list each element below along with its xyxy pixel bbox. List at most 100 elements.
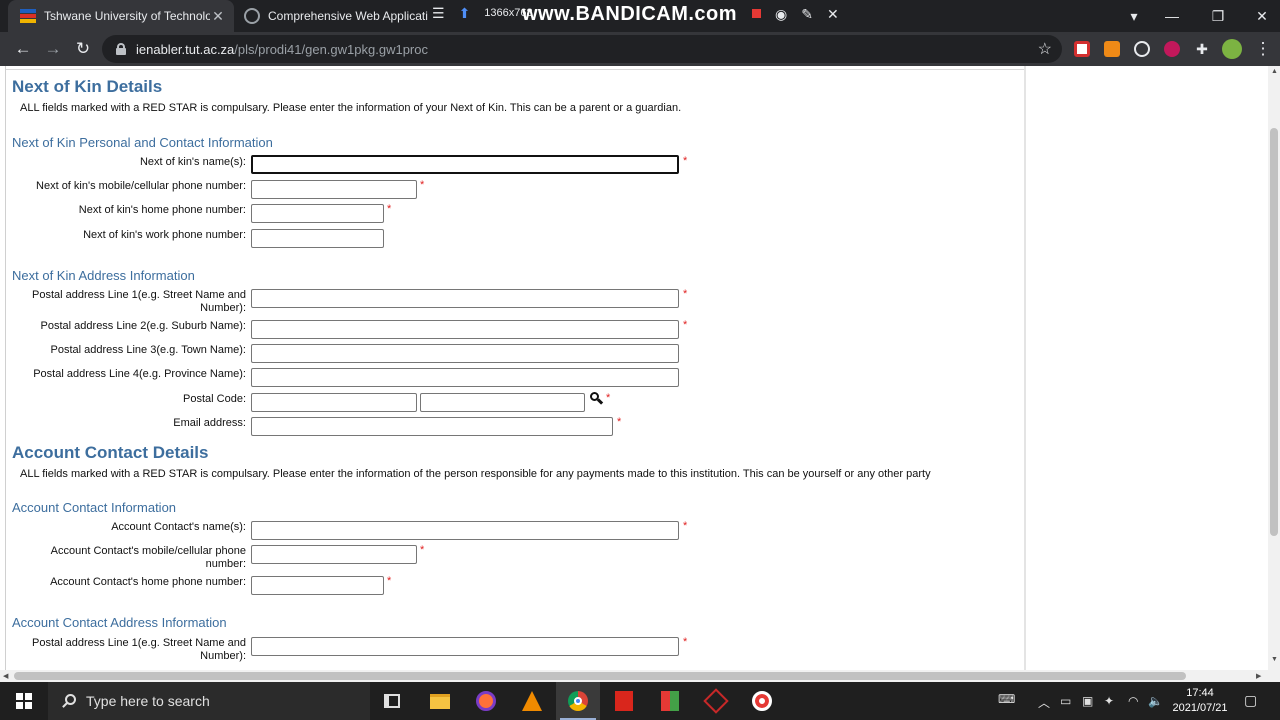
lock-icon[interactable] [116, 43, 126, 55]
kin-address-line2-input[interactable] [251, 320, 679, 339]
extension-bag-icon[interactable] [1104, 41, 1120, 57]
globe-icon [244, 8, 260, 24]
network-icon[interactable]: ◠ [1128, 694, 1138, 708]
avatar[interactable] [1222, 39, 1242, 59]
account-contact-intro: ALL fields marked with a RED STAR is com… [20, 468, 931, 480]
search-icon[interactable] [590, 392, 604, 405]
close-window-icon[interactable]: ✕ [1242, 0, 1280, 32]
record-icon[interactable] [752, 9, 761, 18]
battery-icon[interactable]: ▭ [1060, 694, 1071, 708]
close-icon[interactable]: ✕ [210, 8, 226, 25]
windows-taskbar: Type here to search ⌨ ︿ ▭ ▣ ✦ ◠ 🔈 17:44 … [0, 682, 1280, 720]
recorder-controls: ◉ ✎ ✕ [752, 6, 839, 23]
subsection-personal-contact: Next of Kin Personal and Contact Informa… [12, 135, 273, 150]
app-red-pen-icon[interactable] [694, 682, 738, 720]
reload-icon[interactable]: ↻ [70, 36, 96, 62]
pencil-icon[interactable]: ✎ [801, 6, 813, 23]
forward-icon[interactable]: → [40, 36, 66, 62]
kin-mobile-input[interactable] [251, 180, 417, 199]
tab-tut[interactable]: Tshwane University of Technolog ✕ [8, 0, 234, 32]
storage-icon[interactable]: ▣ [1082, 694, 1093, 708]
kin-home-phone-input[interactable] [251, 204, 384, 223]
tut-favicon-icon [20, 9, 36, 23]
required-star: * [617, 416, 622, 428]
required-star: * [683, 636, 688, 648]
section-title-next-of-kin: Next of Kin Details [12, 77, 163, 96]
taskbar-search-placeholder: Type here to search [86, 693, 210, 709]
url-path: /pls/prodi41/gen.gw1pkg.gw1proc [234, 41, 428, 57]
windows-start-icon[interactable] [16, 693, 32, 709]
required-star: * [683, 155, 688, 167]
scroll-right-icon[interactable]: ▶ [1256, 672, 1261, 680]
restore-icon[interactable]: ❐ [1198, 0, 1238, 32]
task-view-icon[interactable] [370, 682, 414, 720]
account-names-input[interactable] [251, 521, 679, 540]
browser-tab-strip: Tshwane University of Technolog ✕ Compre… [0, 0, 1280, 32]
kin-postal-code-input[interactable] [251, 393, 417, 412]
file-explorer-icon[interactable] [418, 682, 462, 720]
required-star: * [683, 520, 688, 532]
tab-comprehensive[interactable]: Comprehensive Web Application [236, 0, 436, 32]
account-home-phone-input[interactable] [251, 576, 384, 595]
subsection-account-address: Account Contact Address Information [12, 615, 227, 630]
kin-email-input[interactable] [251, 417, 613, 436]
required-star: * [387, 575, 392, 587]
vertical-scrollbar[interactable]: ▲ ▼ [1268, 66, 1280, 670]
extension-pocket-icon[interactable] [1074, 41, 1090, 57]
extension-pinned-icon[interactable] [1134, 41, 1150, 57]
browser-toolbar: ← → ↻ ienabler.tut.ac.za /pls/prodi41/ge… [0, 32, 1280, 66]
kin-address-line4-input[interactable] [251, 368, 679, 387]
address-bar[interactable]: ienabler.tut.ac.za /pls/prodi41/gen.gw1p… [102, 35, 1062, 63]
kin-work-phone-input[interactable] [251, 229, 384, 248]
section-title-account-contact: Account Contact Details [12, 443, 209, 462]
scroll-left-icon[interactable]: ◀ [3, 672, 8, 680]
label-kin-address-2: Postal address Line 2(e.g. Suburb Name): [40, 320, 246, 332]
taskbar-search-input[interactable]: Type here to search [48, 682, 370, 720]
kin-address-line1-input[interactable] [251, 289, 679, 308]
tab-title: Comprehensive Web Application [268, 9, 428, 23]
keyboard-icon[interactable]: ⌨ [998, 692, 1015, 706]
account-mobile-input[interactable] [251, 545, 417, 564]
kin-postal-area-input[interactable] [420, 393, 585, 412]
chrome-icon[interactable] [556, 682, 600, 720]
kebab-menu-icon[interactable]: ⋮ [1250, 36, 1276, 62]
extensions-puzzle-icon[interactable]: ✚ [1189, 36, 1215, 62]
firefox-icon[interactable] [464, 682, 508, 720]
label-kin-mobile: Next of kin's mobile/cellular phone numb… [36, 180, 246, 192]
back-icon[interactable]: ← [10, 36, 36, 62]
label-account-home: Account Contact's home phone number: [50, 576, 246, 588]
tab-search-icon[interactable]: ▾ [1114, 0, 1154, 32]
page-content: Next of Kin Details ALL fields marked wi… [0, 66, 1280, 682]
kin-names-input[interactable] [251, 155, 679, 174]
extension-spy-icon[interactable] [1164, 41, 1180, 57]
label-account-names: Account Contact's name(s): [111, 521, 246, 533]
label-kin-home: Next of kin's home phone number: [78, 204, 246, 216]
label-account-mobile: Account Contact's mobile/cellular phone … [50, 545, 246, 570]
pin-icon[interactable]: ⬆ [459, 5, 471, 22]
menu-icon[interactable]: ☰ [432, 5, 445, 22]
app-tiles-icon[interactable] [648, 682, 692, 720]
close-icon[interactable]: ✕ [827, 6, 839, 23]
scroll-up-icon[interactable]: ▲ [1271, 68, 1278, 75]
scroll-down-icon[interactable]: ▼ [1271, 656, 1278, 663]
notifications-icon[interactable]: ▢ [1244, 692, 1257, 709]
horizontal-scrollbar[interactable]: ◀ ▶ [0, 670, 1280, 682]
volume-icon[interactable]: 🔈 [1148, 694, 1163, 708]
account-address-line1-input[interactable] [251, 637, 679, 656]
label-kin-address-4: Postal address Line 4(e.g. Province Name… [33, 368, 246, 380]
horizontal-scrollbar-thumb[interactable] [14, 672, 1186, 680]
label-kin-names: Next of kin's name(s): [139, 156, 246, 168]
minimize-icon[interactable]: — [1152, 0, 1192, 32]
acrobat-icon[interactable] [602, 682, 646, 720]
bandicam-watermark: www.BANDICAM.com [522, 3, 738, 25]
camera-icon[interactable]: ◉ [775, 6, 787, 23]
dropbox-icon[interactable]: ✦ [1104, 694, 1114, 708]
tray-chevron-icon[interactable]: ︿ [1038, 694, 1050, 711]
vlc-icon[interactable] [510, 682, 554, 720]
system-clock[interactable]: 17:44 2021/07/21 [1168, 686, 1232, 716]
bandicam-record-icon[interactable] [740, 682, 784, 720]
tab-title: Tshwane University of Technolog [44, 9, 210, 23]
bookmark-star-icon[interactable]: ☆ [1038, 39, 1052, 59]
vertical-scrollbar-thumb[interactable] [1270, 128, 1278, 536]
kin-address-line3-input[interactable] [251, 344, 679, 363]
